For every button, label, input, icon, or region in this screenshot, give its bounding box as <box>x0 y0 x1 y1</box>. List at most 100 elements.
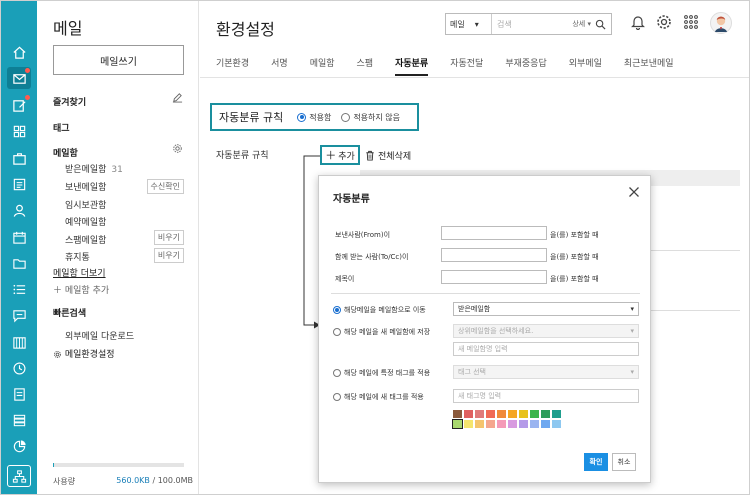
bell-icon[interactable] <box>631 14 645 30</box>
sidebar-item-temp[interactable]: 임시보관함 <box>65 198 106 211</box>
new-mailbox-name-input[interactable]: 새 메일함명 입력 <box>453 342 639 356</box>
more-mailbox-link[interactable]: 메일함 더보기 <box>53 266 106 279</box>
target-mailbox-select[interactable]: 받은메일함 ▾ <box>453 302 639 316</box>
home-icon[interactable] <box>7 41 31 63</box>
mail-icon[interactable] <box>7 67 31 89</box>
stack-icon[interactable] <box>7 409 31 431</box>
cancel-button[interactable]: 취소 <box>612 453 636 471</box>
sidebar-item-sent[interactable]: 보낸메일함 <box>65 180 106 193</box>
delete-all-button[interactable]: 전체삭제 <box>365 149 411 162</box>
empty-spam-button[interactable]: 비우기 <box>153 230 184 245</box>
tab-spam[interactable]: 스팸 <box>357 56 374 76</box>
color-swatch[interactable] <box>497 420 506 428</box>
edit-icon[interactable] <box>7 94 31 116</box>
tag-select[interactable]: 태그 선택 ▾ <box>453 365 639 379</box>
contact-card-icon[interactable] <box>7 173 31 195</box>
tab-auto-classify[interactable]: 자동분류 <box>395 56 429 76</box>
search-detail-button[interactable]: 상세 ▾ <box>572 19 591 29</box>
color-swatch[interactable] <box>508 410 517 418</box>
read-receipt-button[interactable]: 수신확인 <box>146 179 184 194</box>
parent-mailbox-select[interactable]: 상위메일함을 선택하세요. ▾ <box>453 324 639 338</box>
not-apply-radio[interactable] <box>341 112 351 122</box>
color-swatch[interactable] <box>486 420 495 428</box>
quick-search-header[interactable]: 빠른검색 <box>53 306 86 319</box>
color-swatch[interactable] <box>541 420 550 428</box>
write-mail-button[interactable]: 메일쓰기 <box>53 45 184 75</box>
confirm-button[interactable]: 확인 <box>584 453 608 471</box>
color-swatch[interactable] <box>552 420 561 428</box>
color-swatch[interactable] <box>497 410 506 418</box>
apply-tag-radio[interactable] <box>333 369 341 377</box>
mailbox-header[interactable]: 메일함 <box>53 146 78 159</box>
color-swatch[interactable] <box>475 420 484 428</box>
tab-external-mail[interactable]: 외부메일 <box>569 56 602 76</box>
close-icon[interactable] <box>628 186 640 198</box>
tab-mailbox[interactable]: 메일함 <box>310 56 335 76</box>
save-new-mailbox-radio[interactable] <box>333 328 341 336</box>
move-to-mailbox-option[interactable]: 해당메일을 메일함으로 이동 <box>333 305 426 315</box>
grid-icon[interactable] <box>7 120 31 142</box>
pie-chart-icon[interactable] <box>7 435 31 457</box>
color-swatch[interactable] <box>519 420 528 428</box>
add-rule-button[interactable]: ＋ 추가 <box>320 145 360 165</box>
empty-trash-button[interactable]: 비우기 <box>153 248 184 263</box>
search-icon[interactable] <box>595 19 606 30</box>
briefcase-icon[interactable] <box>7 147 31 169</box>
apply-new-tag-option[interactable]: 해당 메일에 새 태그를 적용 <box>333 392 424 402</box>
move-to-mailbox-radio[interactable] <box>333 306 341 314</box>
tab-basic[interactable]: 기본환경 <box>216 56 249 76</box>
color-swatch[interactable] <box>552 410 561 418</box>
apps-grid-icon[interactable] <box>683 14 699 30</box>
color-swatch[interactable] <box>453 410 462 418</box>
search-bar[interactable]: 메일 ▾ 검색 상세 ▾ <box>445 13 612 35</box>
tab-signature[interactable]: 서명 <box>271 56 288 76</box>
list-icon[interactable] <box>7 278 31 300</box>
person-icon[interactable] <box>7 199 31 221</box>
sidebar-item-inbox[interactable]: 받은메일함 31 <box>65 162 123 175</box>
new-tag-name-input[interactable]: 새 태그명 입력 <box>453 389 639 403</box>
document-icon[interactable] <box>7 383 31 405</box>
tags-header[interactable]: 태그 <box>53 121 70 134</box>
to-condition-input[interactable] <box>441 248 547 262</box>
color-swatch[interactable] <box>486 410 495 418</box>
clock-icon[interactable] <box>7 357 31 379</box>
color-swatch[interactable] <box>475 410 484 418</box>
tab-recent-sent[interactable]: 최근보낸메일 <box>624 56 674 76</box>
apply-radio[interactable] <box>297 112 307 122</box>
avatar[interactable] <box>710 12 732 34</box>
search-input[interactable]: 검색 <box>492 19 572 30</box>
color-swatch[interactable] <box>464 410 473 418</box>
calendar-icon[interactable] <box>7 226 31 248</box>
org-chart-icon[interactable] <box>7 465 31 487</box>
apply-tag-option[interactable]: 해당 메일에 특정 태그를 적용 <box>333 368 430 378</box>
color-swatch[interactable] <box>519 410 528 418</box>
color-swatch[interactable] <box>530 420 539 428</box>
color-swatch[interactable] <box>541 410 550 418</box>
building-icon[interactable] <box>7 331 31 353</box>
edit-favorites-icon[interactable] <box>172 92 183 103</box>
color-swatch[interactable] <box>464 420 473 428</box>
subject-condition-input[interactable] <box>441 270 547 284</box>
not-apply-radio-label[interactable]: 적용하지 않음 <box>353 112 400 123</box>
sidebar-item-trash[interactable]: 휴지통 <box>65 250 90 263</box>
tab-away-reply[interactable]: 부재중응답 <box>505 56 546 76</box>
chat-icon[interactable] <box>7 304 31 326</box>
from-condition-input[interactable] <box>441 226 547 240</box>
apply-new-tag-radio[interactable] <box>333 393 341 401</box>
mail-settings-link[interactable]: 메일환경설정 <box>53 347 115 360</box>
favorites-header[interactable]: 즐겨찾기 <box>53 95 86 108</box>
color-swatch[interactable] <box>530 410 539 418</box>
add-mailbox-link[interactable]: ＋ 메일함 추가 <box>53 283 109 296</box>
gear-icon[interactable] <box>656 14 672 30</box>
color-swatch[interactable] <box>508 420 517 428</box>
apply-radio-label[interactable]: 적용함 <box>309 112 331 123</box>
sidebar-item-spam[interactable]: 스팸메일함 <box>65 233 106 246</box>
mailbox-settings-icon[interactable] <box>172 143 183 154</box>
folder-icon[interactable] <box>7 252 31 274</box>
external-mail-download-link[interactable]: 외부메일 다운로드 <box>65 329 134 342</box>
color-swatch[interactable] <box>452 419 463 429</box>
tab-auto-forward[interactable]: 자동전달 <box>450 56 483 76</box>
save-new-mailbox-option[interactable]: 해당 메일을 새 메일함에 저장 <box>333 327 430 337</box>
search-scope-select[interactable]: 메일 ▾ <box>446 14 492 34</box>
sidebar-item-reserved[interactable]: 예약메일함 <box>65 215 106 228</box>
